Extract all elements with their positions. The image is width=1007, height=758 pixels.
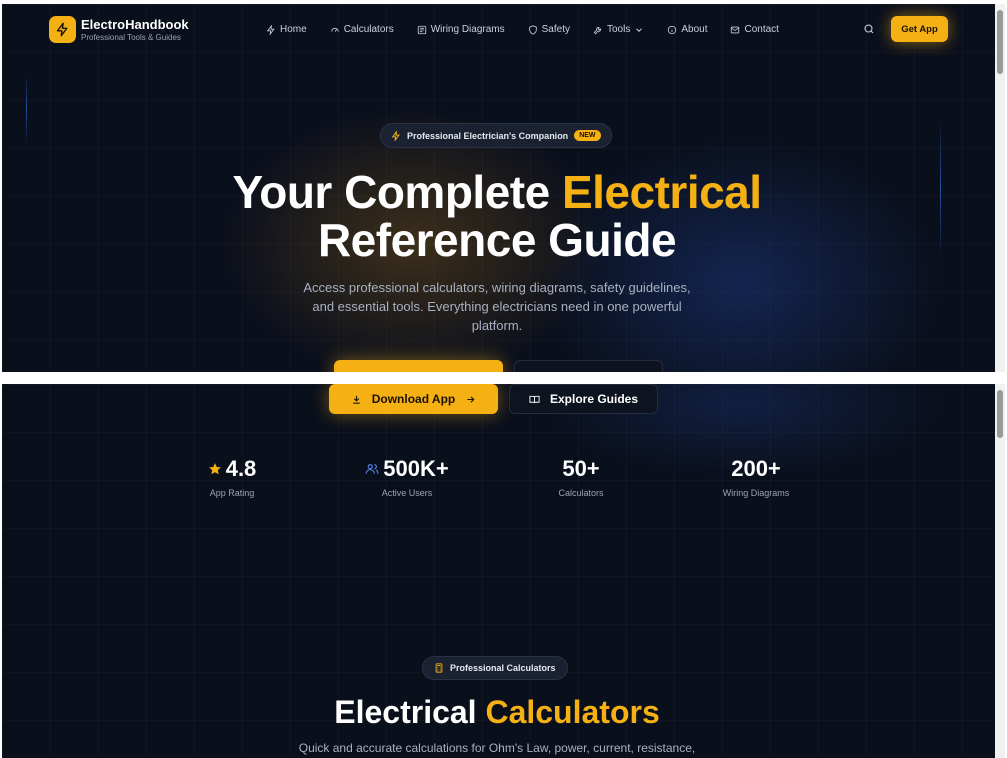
wrench-icon <box>593 26 601 34</box>
stat-label: Calculators <box>558 488 604 498</box>
stat-value: 50+ <box>562 456 600 481</box>
hero-badge: Professional Electrician's Companion NEW <box>380 123 612 148</box>
calculator-icon <box>435 663 443 673</box>
calculators-badge-text: Professional Calculators <box>450 663 556 673</box>
download-app-button[interactable]: Download App <box>329 384 498 414</box>
nav-safety-label: Safety <box>541 24 570 35</box>
hero-viewport: ElectroHandbook Professional Tools & Gui… <box>2 4 1005 372</box>
hero-title-plain: Your Complete <box>232 166 550 218</box>
nav-about[interactable]: About <box>667 24 707 35</box>
stat-label: Active Users <box>381 488 433 498</box>
nav-calculators-label: Calculators <box>343 24 394 35</box>
book-icon <box>529 395 540 403</box>
hero-title-line2: Reference Guide <box>317 214 677 266</box>
chevron-down-icon <box>636 27 643 32</box>
nav-links: Home Calculators Wiring Diagrams Safety … <box>266 24 802 35</box>
scrollbar[interactable] <box>995 4 1005 372</box>
brand: ElectroHandbook Professional Tools & Gui… <box>81 17 189 42</box>
download-icon <box>353 395 360 404</box>
mail-icon <box>731 26 740 33</box>
hero-title-accent: Electrical <box>561 166 762 218</box>
users-icon <box>365 464 379 474</box>
stat-value: 4.8 <box>225 456 257 481</box>
nav-contact-label: Contact <box>744 24 779 35</box>
stat-value: 200+ <box>731 456 781 481</box>
nav-home[interactable]: Home <box>266 24 307 35</box>
info-icon <box>668 25 677 34</box>
gauge-icon <box>330 27 339 32</box>
hero-subtitle: Access professional calculators, wiring … <box>272 278 722 335</box>
nav-contact[interactable]: Contact <box>730 24 779 35</box>
nav-wiring-diagrams[interactable]: Wiring Diagrams <box>417 24 505 35</box>
explore-guides-button[interactable]: Explore Guides <box>509 384 658 414</box>
explore-guides-button-partial[interactable] <box>514 360 663 372</box>
download-app-label: Download App <box>371 392 456 406</box>
nav-tools-label: Tools <box>606 24 631 35</box>
arrow-right-icon <box>467 395 475 403</box>
calculators-title: Electrical Calculators <box>2 694 992 731</box>
calculators-title-plain: Electrical <box>334 694 477 730</box>
bolt-icon <box>266 24 275 35</box>
search-icon[interactable] <box>863 23 875 35</box>
stat-calculators: 50+ Calculators <box>506 456 656 498</box>
diagram-icon <box>417 25 426 34</box>
stat-app-rating: 4.8 App Rating <box>157 456 307 498</box>
brand-tagline: Professional Tools & Guides <box>81 33 181 42</box>
nav-home-label: Home <box>280 24 307 35</box>
stat-value: 500K+ <box>383 456 449 481</box>
stat-active-users: 500K+ Active Users <box>332 456 482 498</box>
hero-subtitle-line1: Access professional calculators, wiring … <box>303 280 691 295</box>
stats-viewport: Download App Explore Guides 4.8 App Rati… <box>2 384 1005 758</box>
hero-subtitle-line2: and essential tools. Everything electric… <box>312 299 682 314</box>
nav-safety[interactable]: Safety <box>528 24 570 35</box>
top-navbar: ElectroHandbook Professional Tools & Gui… <box>2 4 992 56</box>
nav-tools[interactable]: Tools <box>593 24 644 35</box>
calculators-badge: Professional Calculators <box>422 656 568 680</box>
scrollbar-thumb[interactable] <box>997 390 1003 438</box>
hero-subtitle-line3: platform. <box>471 318 523 333</box>
hero-badge-text: Professional Electrician's Companion <box>407 130 569 141</box>
brand-name: ElectroHandbook <box>81 17 189 32</box>
nav-calculators[interactable]: Calculators <box>330 24 394 35</box>
calculators-title-accent: Calculators <box>485 694 660 730</box>
new-badge: NEW <box>574 130 601 141</box>
logo[interactable] <box>49 16 76 43</box>
scrollbar[interactable] <box>995 384 1005 758</box>
calculators-subtitle: Quick and accurate calculations for Ohm'… <box>298 741 696 755</box>
nav-wiring-label: Wiring Diagrams <box>430 24 505 35</box>
explore-guides-label: Explore Guides <box>549 392 639 406</box>
star-icon <box>208 463 221 475</box>
bolt-icon <box>56 22 68 37</box>
stat-wiring-diagrams: 200+ Wiring Diagrams <box>681 456 831 498</box>
bolt-icon <box>391 130 400 141</box>
stat-label: Wiring Diagrams <box>722 488 790 498</box>
shield-icon <box>528 24 537 35</box>
get-app-button[interactable]: Get App <box>891 16 948 42</box>
hero-title-line1: Your Complete Electrical <box>2 168 992 216</box>
scrollbar-thumb[interactable] <box>997 10 1003 74</box>
stat-label: App Rating <box>209 488 255 498</box>
nav-about-label: About <box>681 24 708 35</box>
download-app-button-partial[interactable] <box>334 360 503 372</box>
